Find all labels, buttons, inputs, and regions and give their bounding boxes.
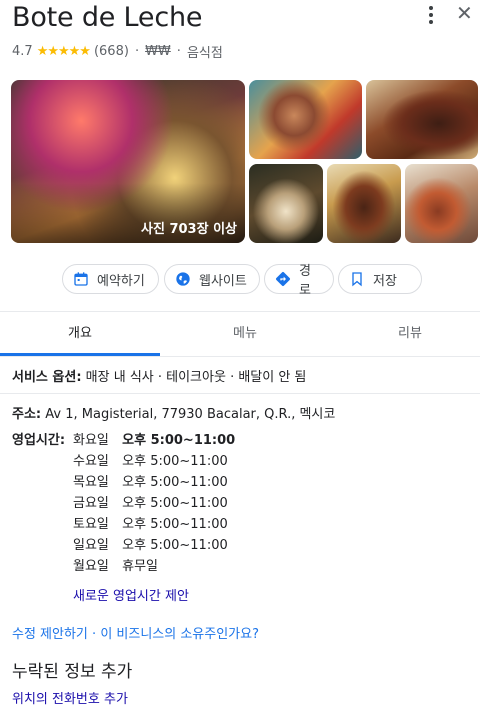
hours-time: 오후 5:00~11:00	[122, 454, 228, 469]
action-bar: 예약하기 웹사이트 경로 저장	[0, 264, 480, 298]
hours-row: 수요일 오후 5:00~11:00	[73, 450, 228, 469]
service-options: 서비스 옵션: 매장 내 식사 · 테이크아웃 · 배달이 안 됨	[12, 366, 306, 385]
suggest-hours-link[interactable]: 새로운 영업시간 제안	[73, 585, 189, 604]
hours-day: 금요일	[73, 496, 109, 511]
hours-time: 오후 5:00~11:00	[122, 538, 228, 553]
hours-day: 화요일	[73, 433, 109, 448]
hours-row: 월요일 휴무일	[73, 555, 158, 574]
hours-row: 화요일 오후 5:00~11:00	[73, 429, 235, 448]
save-button[interactable]: 저장	[338, 264, 422, 294]
place-title: Bote de Leche	[12, 2, 203, 33]
suggest-edit-link[interactable]: 수정 제안하기	[12, 627, 88, 642]
photo-thumb[interactable]	[405, 164, 478, 243]
more-options-icon[interactable]	[424, 6, 438, 28]
photo-thumb[interactable]	[249, 164, 323, 243]
bookmark-icon	[352, 272, 362, 287]
missing-info-title: 누락된 정보 추가	[12, 662, 133, 682]
globe-icon	[176, 272, 190, 286]
hours-day: 목요일	[73, 475, 109, 490]
hours-time: 휴무일	[122, 559, 159, 574]
service-label: 서비스 옵션:	[12, 370, 82, 385]
hours-time: 오후 5:00~11:00	[122, 496, 228, 511]
reserve-button[interactable]: 예약하기	[62, 264, 159, 294]
hours-day: 토요일	[73, 517, 109, 532]
service-value: 매장 내 식사 · 테이크아웃 · 배달이 안 됨	[85, 370, 307, 385]
hours-day: 일요일	[73, 538, 109, 553]
website-button[interactable]: 웹사이트	[164, 264, 260, 294]
tab-reviews[interactable]: 리뷰	[330, 312, 480, 356]
hours-day: 수요일	[73, 454, 109, 469]
tab-menu[interactable]: 메뉴	[165, 312, 325, 356]
separator-dot: ·	[176, 44, 181, 59]
hours-row: 토요일 오후 5:00~11:00	[73, 513, 228, 532]
calendar-icon	[74, 272, 88, 286]
hours-time: 오후 5:00~11:00	[122, 433, 236, 448]
save-label: 저장	[373, 273, 397, 289]
footer-links: 수정 제안하기 · 이 비즈니스의 소유주인가요?	[12, 623, 259, 642]
separator-dot: ·	[87, 627, 101, 642]
rating-value: 4.7	[12, 44, 33, 59]
hours-time: 오후 5:00~11:00	[122, 475, 228, 490]
photo-gallery: 사진 703장 이상	[11, 80, 478, 243]
price-level: ₩₩	[145, 44, 171, 59]
directions-icon	[276, 272, 290, 286]
close-icon[interactable]: ✕	[456, 3, 473, 23]
route-label: 경로	[299, 264, 311, 298]
tab-overview[interactable]: 개요	[0, 312, 160, 356]
hours-row: 금요일 오후 5:00~11:00	[73, 492, 228, 511]
photo-thumb[interactable]	[366, 80, 478, 159]
photo-main[interactable]: 사진 703장 이상	[11, 80, 245, 243]
divider	[0, 393, 480, 394]
owner-link[interactable]: 이 비즈니스의 소유주인가요?	[100, 627, 259, 642]
reserve-label: 예약하기	[97, 273, 145, 289]
address: 주소: Av 1, Magisterial, 77930 Bacalar, Q.…	[12, 403, 335, 422]
hours-day: 월요일	[73, 559, 109, 574]
rating-row: 4.7 ★★★★★ (668) · ₩₩ · 음식점	[12, 42, 223, 61]
tab-bar: 개요 메뉴 리뷰	[0, 311, 480, 357]
category: 음식점	[186, 46, 223, 61]
photo-thumb[interactable]	[327, 164, 401, 243]
hours-row: 일요일 오후 5:00~11:00	[73, 534, 228, 553]
route-button[interactable]: 경로	[264, 264, 334, 298]
photo-count-label: 사진 703장 이상	[141, 222, 237, 237]
review-count[interactable]: (668)	[94, 44, 129, 59]
hours-label: 영업시간:	[12, 433, 66, 448]
photo-thumb[interactable]	[249, 80, 362, 159]
website-label: 웹사이트	[199, 273, 247, 289]
separator-dot: ·	[134, 44, 140, 59]
hours-row: 목요일 오후 5:00~11:00	[73, 471, 228, 490]
address-value[interactable]: Av 1, Magisterial, 77930 Bacalar, Q.R., …	[45, 407, 335, 422]
address-label: 주소:	[12, 407, 42, 422]
star-rating: ★★★★★	[36, 44, 91, 59]
add-phone-link[interactable]: 위치의 전화번호 추가	[12, 688, 128, 707]
hours-time: 오후 5:00~11:00	[122, 517, 228, 532]
active-tab-indicator	[0, 353, 160, 356]
